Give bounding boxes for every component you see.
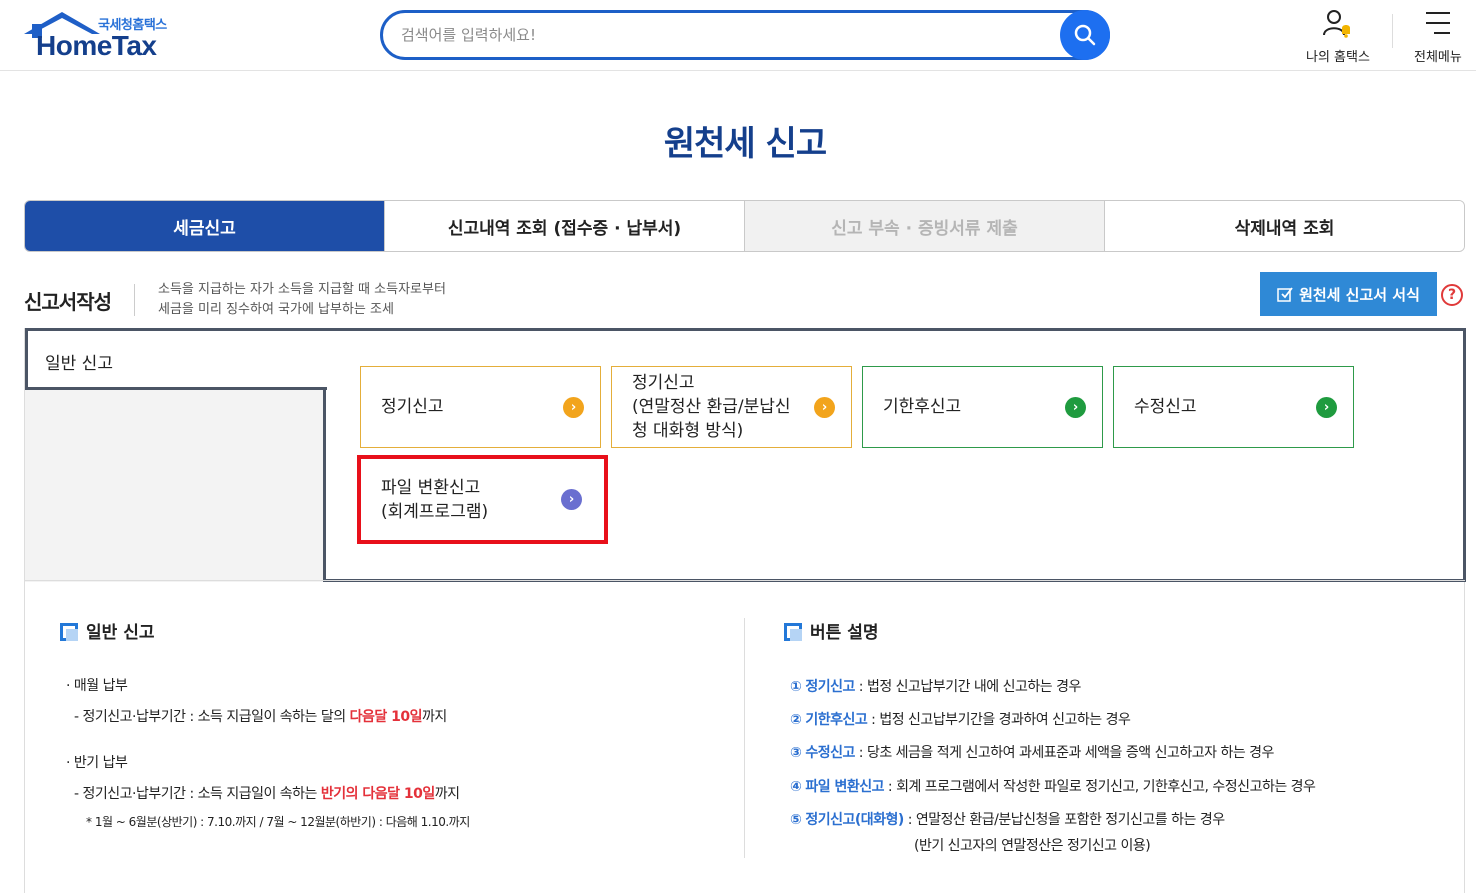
chevron-right-icon: › [1316,397,1337,418]
tab-filing-history[interactable]: 신고내역 조회 (접수증 · 납부서) [384,201,744,251]
monthly-period: - 정기신고·납부기간 : 소득 지급일이 속하는 달의 다음달 10일까지 [74,706,447,726]
description-line: 소득을 지급하는 자가 소득을 지급할 때 소득자로부터 [158,282,446,297]
chevron-right-icon: › [814,397,835,418]
all-menu-label: 전체메뉴 [1414,50,1462,65]
tab-tax-filing[interactable]: 세금신고 [25,201,384,251]
item-name: 정기신고(대화형) [805,812,904,828]
chevron-right-icon: › [563,397,584,418]
section-title: 신고서작성 [24,290,112,314]
heading-text: 일반 신고 [86,623,155,643]
page-title: 원천세 신고 [663,124,827,164]
chevron-right-icon: › [561,489,582,510]
option-label: 수정신고 [1134,397,1197,417]
text-segment: - 정기신고·납부기간 : 소득 지급일이 속하는 [74,786,321,802]
search-bar [380,10,1110,60]
due-date: 다음달 10일 [349,709,423,725]
tab-attachments[interactable]: 신고 부속 · 증빙서류 제출 [744,201,1104,251]
item-number: ③ [790,745,802,761]
column-divider [744,618,745,858]
file-conversion-filing-button[interactable]: 파일 변환신고 (회계프로그램) › [357,455,608,544]
form-template-label: 원천세 신고서 서식 [1299,285,1420,304]
edit-checkbox-icon [1277,287,1293,302]
option-label: 파일 변환신고 (회계프로그램) [381,476,488,524]
regular-filing-interactive-button[interactable]: 정기신고 (연말정산 환급/분납신 청 대화형 방식) › [611,366,852,448]
item-name: 정기신고 [805,679,855,695]
half-year-note: * 1월 ~ 6월분(상반기) : 7.10.까지 / 7월 ~ 12월분(하반… [86,815,470,829]
search-input[interactable] [401,23,1041,47]
my-hometax-label: 나의 홈택스 [1306,50,1370,65]
lower-divider [24,580,1465,581]
amended-filing-button[interactable]: 수정신고 › [1113,366,1354,448]
option-label: 기한후신고 [883,397,962,417]
chevron-right-icon: › [1065,397,1086,418]
section-description: 소득을 지급하는 자가 소득을 지급할 때 소득자로부터 세금을 미리 징수하여… [158,280,446,320]
button-description-heading: 버튼 설명 [784,618,878,643]
text-segment: 까지 [421,709,447,725]
option-label-line: (회계프로그램) [381,501,489,522]
item-name: 수정신고 [805,745,855,761]
item-number: ④ [790,779,802,795]
text-segment: 까지 [434,786,460,802]
description-item: ② 기한후신고 : 법정 신고납부기간을 경과하여 신고하는 경우 [790,709,1131,729]
tab-deleted-history[interactable]: 삭제내역 조회 [1104,201,1464,251]
my-hometax-button[interactable]: 나의 홈택스 [1306,8,1370,65]
item-desc: : 연말정산 환급/분납신청을 포함한 정기신고를 하는 경우 [903,812,1225,828]
square-bullet-icon [60,623,78,641]
item-desc: : 법정 신고납부기간을 경과하여 신고하는 경우 [867,712,1131,728]
item-number: ② [790,712,802,728]
monthly-title: · 매월 납부 [66,678,128,694]
hometax-logo[interactable]: 국세청홈택스 HomeTax [22,10,182,62]
item-name: 파일 변환신고 [805,779,884,795]
option-label: 정기신고 [381,397,444,417]
item-number: ① [790,679,802,695]
heading-text: 버튼 설명 [810,623,879,643]
logo-text: HomeTax [36,30,157,61]
top-header: 국세청홈택스 HomeTax 나의 홈택스 전체메뉴 [0,0,1476,71]
half-year-period: - 정기신고·납부기간 : 소득 지급일이 속하는 반기의 다음달 10일까지 [74,783,460,803]
option-label-line: 정기신고 [632,373,695,393]
option-label-line: 청 대화형 방식) [632,421,744,441]
item-number: ⑤ [790,812,802,828]
square-bullet-icon [784,623,802,641]
user-bell-icon [1322,10,1350,38]
header-separator [1392,14,1393,48]
description-item: ⑤ 정기신고(대화형) : 연말정산 환급/분납신청을 포함한 정기신고를 하는… [790,809,1225,829]
description-item: ④ 파일 변환신고 : 회계 프로그램에서 작성한 파일로 정기신고, 기한후신… [790,776,1316,796]
form-template-button[interactable]: 원천세 신고서 서식 [1260,272,1437,316]
search-button[interactable] [1060,10,1110,60]
search-icon [1074,24,1096,46]
description-item: ① 정기신고 : 법정 신고납부기간 내에 신고하는 경우 [790,676,1081,696]
description-item: ③ 수정신고 : 당초 세금을 적게 신고하여 과세표준과 세액을 증액 신고하… [790,742,1274,762]
regular-filing-button[interactable]: 정기신고 › [360,366,601,448]
option-label-line: (연말정산 환급/분납신 [632,397,791,417]
item-name: 기한후신고 [805,712,868,728]
description-line: 세금을 미리 징수하여 국가에 납부하는 조세 [158,302,394,317]
item-desc: : 법정 신고납부기간 내에 신고하는 경우 [854,679,1082,695]
section-divider [134,284,135,316]
late-filing-button[interactable]: 기한후신고 › [862,366,1103,448]
tab-bar: 세금신고 신고내역 조회 (접수증 · 납부서) 신고 부속 · 증빙서류 제출… [24,200,1465,252]
half-year-title: · 반기 납부 [66,755,128,771]
left-gray-area [25,388,323,582]
item-desc: : 당초 세금을 적게 신고하여 과세표준과 세액을 증액 신고하고자 하는 경… [854,745,1275,761]
general-filing-heading: 일반 신고 [60,618,154,643]
hamburger-icon [1425,12,1450,34]
due-date: 반기의 다음달 10일 [320,786,435,802]
panel-join [323,331,329,384]
option-label: 정기신고 (연말정산 환급/분납신 청 대화형 방식) [632,371,791,443]
help-icon[interactable]: ? [1441,284,1463,306]
item-desc: : 회계 프로그램에서 작성한 파일로 정기신고, 기한후신고, 수정신고하는 … [883,779,1316,795]
text-segment: - 정기신고·납부기간 : 소득 지급일이 속하는 달의 [74,709,350,725]
all-menu-button[interactable]: 전체메뉴 [1414,8,1462,65]
option-label-line: 파일 변환신고 [381,477,481,498]
general-filing-label: 일반 신고 [45,354,113,374]
description-note: (반기 신고자의 연말정산은 정기신고 이용) [914,838,1151,854]
general-filing-tab[interactable]: 일반 신고 [25,328,327,390]
